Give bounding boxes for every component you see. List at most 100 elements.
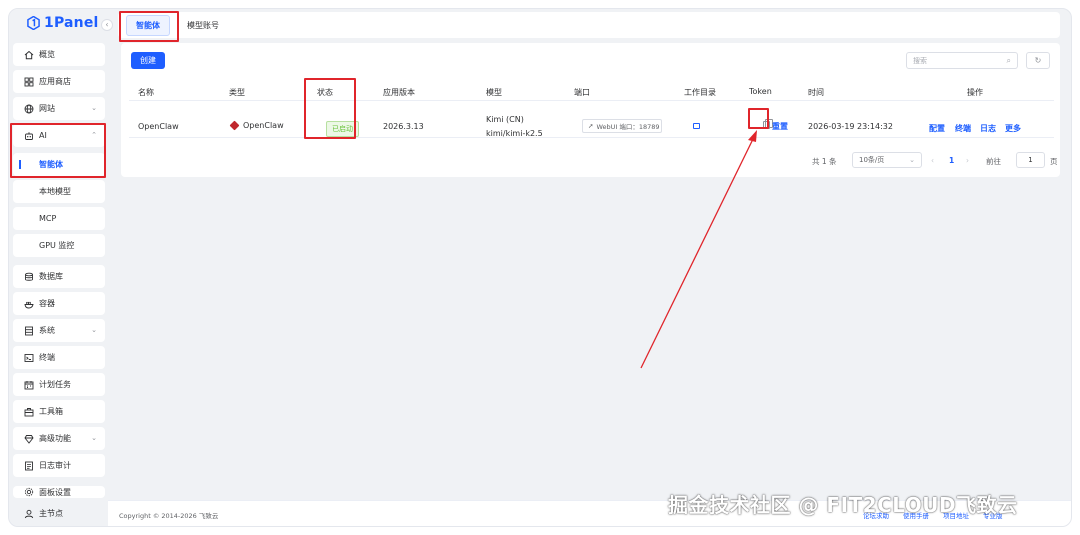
- action-more[interactable]: 更多: [1005, 123, 1021, 134]
- webui-port-link[interactable]: ➚ WebUI 端口：18789: [582, 119, 662, 133]
- token-reset-button[interactable]: 重置: [772, 121, 788, 132]
- sidebar-item-app-store[interactable]: 应用商店: [13, 70, 105, 93]
- search-input[interactable]: 搜索 ⌕: [906, 52, 1018, 69]
- sidebar-collapse-button[interactable]: ‹: [101, 19, 113, 31]
- page-number-current[interactable]: 1: [949, 156, 954, 165]
- sidebar-item-database[interactable]: 数据库: [13, 265, 105, 288]
- page-size-select[interactable]: 10条/页 ⌄: [852, 152, 922, 168]
- search-placeholder: 搜索: [913, 56, 927, 65]
- logo-icon: [27, 16, 40, 30]
- sidebar-item-label: 日志审计: [39, 461, 71, 470]
- column-header-token: Token: [749, 87, 772, 96]
- sidebar-item-local-models[interactable]: 本地模型: [13, 180, 105, 203]
- sidebar-item-advanced[interactable]: 高级功能 ⌄: [13, 427, 105, 450]
- sidebar-item-ai[interactable]: AI ⌃: [13, 124, 105, 147]
- page-size-value: 10条/页: [859, 156, 885, 164]
- sidebar-item-agents[interactable]: 智能体: [13, 153, 105, 176]
- terminal-icon: [24, 353, 34, 363]
- sidebar-item-gpu-monitor[interactable]: GPU 监控: [13, 234, 105, 257]
- sidebar-item-label: MCP: [39, 214, 57, 223]
- settings-icon: [24, 487, 34, 497]
- column-header-type: 类型: [229, 88, 245, 97]
- sidebar-item-overview[interactable]: 概览: [13, 43, 105, 66]
- column-header-time: 时间: [808, 88, 824, 97]
- sidebar-item-terminal[interactable]: 终端: [13, 346, 105, 369]
- sidebar-item-container[interactable]: 容器: [13, 292, 105, 315]
- sidebar-item-label: 智能体: [39, 160, 63, 169]
- sidebar-item-system[interactable]: 系统 ⌄: [13, 319, 105, 342]
- calendar-icon: [24, 380, 34, 390]
- agent-name: OpenClaw: [138, 122, 179, 131]
- sidebar-item-label: 容器: [39, 299, 55, 308]
- column-header-status: 状态: [317, 88, 333, 97]
- status-badge: 已启动: [326, 121, 359, 137]
- logo[interactable]: 1Panel: [9, 9, 108, 37]
- column-header-actions: 操作: [967, 88, 983, 97]
- column-header-name: 名称: [138, 88, 154, 97]
- action-terminal[interactable]: 终端: [955, 123, 971, 134]
- sidebar-item-label: 本地模型: [39, 187, 71, 196]
- sidebar-item-label: 面板设置: [39, 487, 71, 497]
- agent-type: OpenClaw: [229, 120, 284, 131]
- action-logs[interactable]: 日志: [980, 123, 996, 134]
- logo-text: 1Panel: [44, 15, 99, 31]
- sidebar-item-log-audit[interactable]: 日志审计: [13, 454, 105, 477]
- openclaw-icon: [229, 120, 240, 131]
- home-icon: [24, 50, 34, 60]
- sidebar-item-panel-settings[interactable]: 面板设置: [13, 486, 105, 498]
- agent-type-label: OpenClaw: [243, 121, 284, 130]
- chevron-down-icon: ⌄: [91, 104, 97, 112]
- tab-bar: 智能体 模型账号: [118, 12, 1060, 38]
- sidebar-item-toolbox[interactable]: 工具箱: [13, 400, 105, 423]
- sidebar-item-cron[interactable]: 计划任务: [13, 373, 105, 396]
- sidebar-item-label: 终端: [39, 353, 55, 362]
- goto-page-input[interactable]: 1: [1016, 152, 1045, 168]
- toolbox-icon: [24, 407, 34, 417]
- app-version: 2026.3.13: [383, 122, 424, 131]
- sidebar-item-label: 应用商店: [39, 77, 71, 86]
- action-config[interactable]: 配置: [929, 123, 945, 134]
- tab-model-accounts[interactable]: 模型账号: [178, 16, 228, 35]
- column-header-port: 端口: [574, 88, 590, 97]
- folder-icon[interactable]: [693, 123, 700, 129]
- sidebar-item-label: 计划任务: [39, 380, 71, 389]
- pagination-total: 共 1 条: [812, 157, 837, 166]
- created-time: 2026-03-19 23:14:32: [808, 122, 893, 131]
- refresh-icon: ↻: [1034, 56, 1042, 65]
- active-indicator: [19, 160, 21, 169]
- tab-agents[interactable]: 智能体: [126, 14, 170, 36]
- sidebar-item-website[interactable]: 网站 ⌄: [13, 97, 105, 120]
- globe-icon: [24, 104, 34, 114]
- sidebar-item-mcp[interactable]: MCP: [13, 207, 105, 230]
- goto-label: 前往: [986, 157, 1001, 166]
- watermark-text: 掘金技术社区 @ FIT2CLOUD飞致云: [668, 493, 1018, 517]
- sidebar-item-label: AI: [39, 131, 47, 140]
- agents-card: 创建 搜索 ⌕ ↻ 名称 类型 状态 应用版本 模型 端口 工作目录 Token…: [121, 43, 1060, 177]
- table-row-divider: [129, 137, 1054, 138]
- apps-grid-icon: [24, 77, 34, 87]
- sidebar-item-label: 概览: [39, 50, 55, 59]
- refresh-button[interactable]: ↻: [1026, 52, 1050, 69]
- next-page-button[interactable]: ›: [966, 156, 969, 165]
- copy-icon[interactable]: [763, 119, 773, 129]
- create-button[interactable]: 创建: [131, 52, 165, 69]
- page-unit-label: 页: [1050, 157, 1058, 166]
- send-icon: ➚: [588, 122, 594, 130]
- user-icon: [24, 509, 34, 519]
- table-header-divider: [129, 100, 1054, 101]
- sidebar: 1Panel ‹ 概览 应用商店 网站 ⌄ AI ⌃ 智能体 本地模型 MCP …: [9, 9, 113, 526]
- search-icon[interactable]: ⌕: [1007, 56, 1011, 66]
- sidebar-item-label: 工具箱: [39, 407, 63, 416]
- sidebar-item-label: GPU 监控: [39, 241, 75, 250]
- column-header-workdir: 工作目录: [684, 88, 716, 97]
- diamond-icon: [24, 434, 34, 444]
- app-window: 1Panel ‹ 概览 应用商店 网站 ⌄ AI ⌃ 智能体 本地模型 MCP …: [8, 8, 1072, 527]
- chevron-down-icon: ⌄: [909, 156, 915, 164]
- prev-page-button[interactable]: ‹: [931, 156, 934, 165]
- model-provider: Kimi (CN): [486, 115, 524, 124]
- sidebar-item-label: 高级功能: [39, 434, 71, 443]
- robot-icon: [24, 131, 34, 141]
- chevron-up-icon: ⌃: [91, 131, 97, 139]
- log-icon: [24, 461, 34, 471]
- sidebar-item-master-node[interactable]: 主节点: [13, 502, 105, 525]
